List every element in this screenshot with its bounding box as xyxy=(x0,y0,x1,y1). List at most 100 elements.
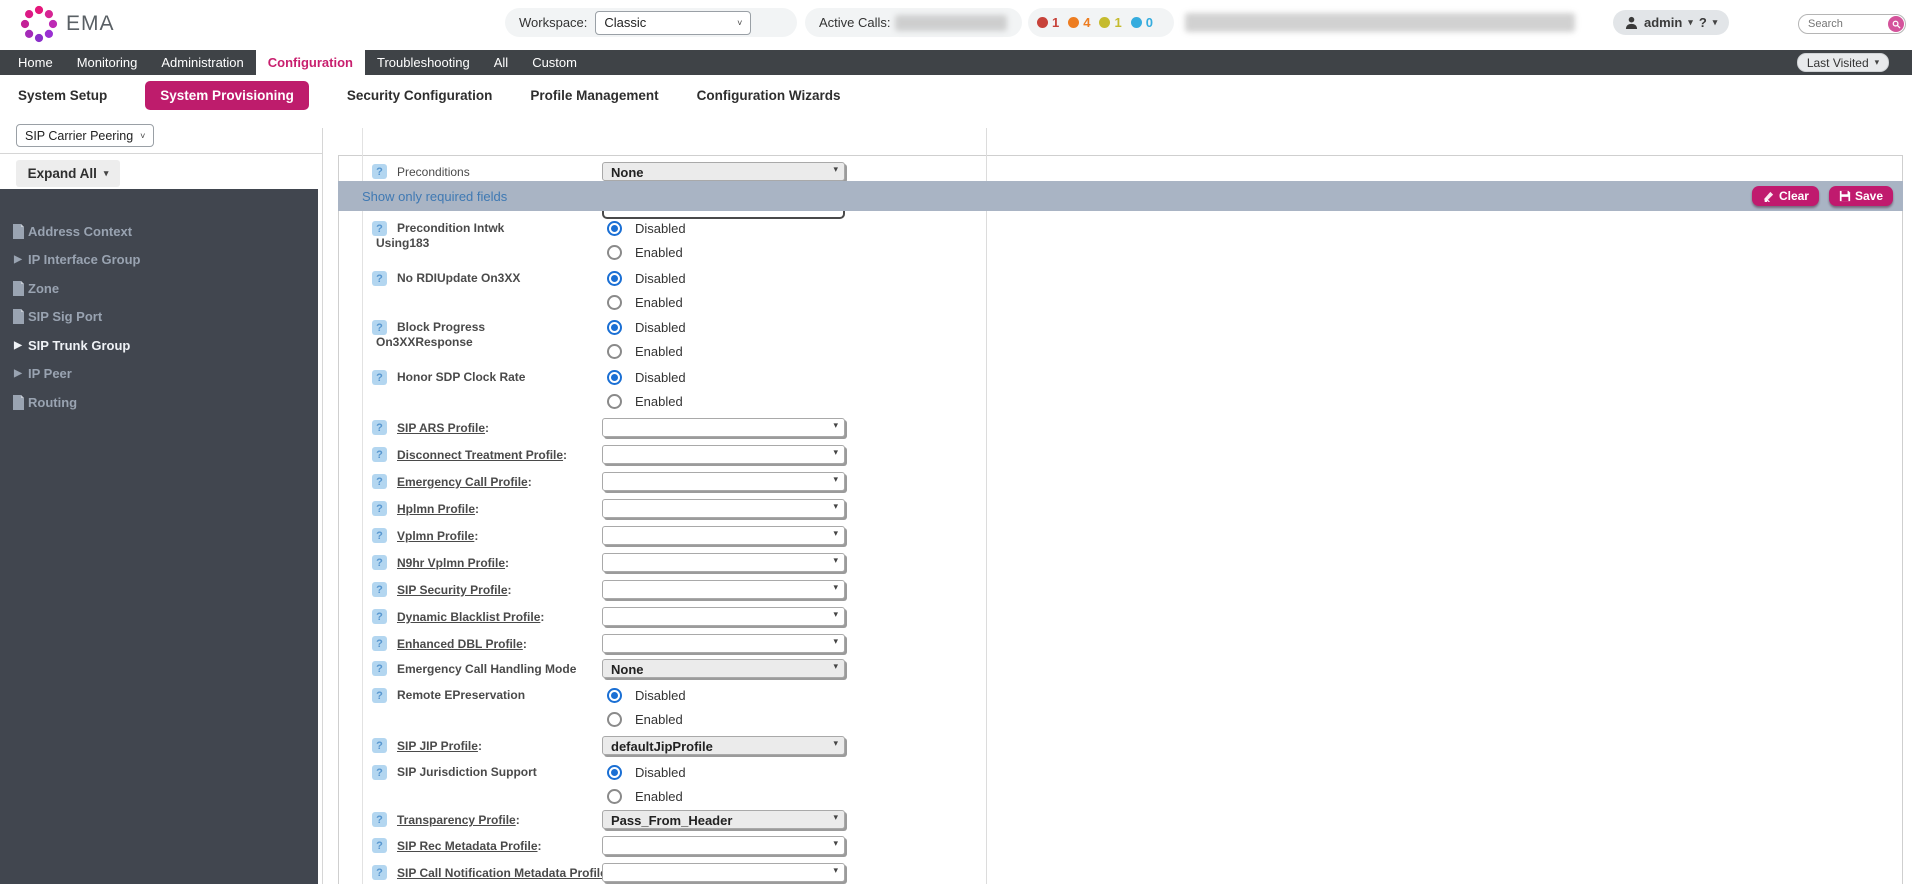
tab-system-setup[interactable]: System Setup xyxy=(18,88,107,103)
expand-caret-icon[interactable]: ▶ xyxy=(8,368,28,379)
radio-button-icon[interactable] xyxy=(607,712,622,727)
field-label-sip-jip-profile[interactable]: SIP JIP Profile: xyxy=(376,739,600,754)
select-sip-security-profile[interactable]: ▾ xyxy=(602,580,845,599)
save-button[interactable]: Save xyxy=(1829,186,1893,206)
sidebar-item-sip-sig-port[interactable]: SIP Sig Port xyxy=(0,303,318,332)
sidebar-item-ip-peer[interactable]: ▶IP Peer xyxy=(0,360,318,389)
search-icon[interactable] xyxy=(1888,16,1904,32)
divider xyxy=(338,155,1903,156)
expand-caret-icon[interactable]: ▶ xyxy=(8,340,28,351)
chevron-down-icon[interactable]: ▾ xyxy=(1688,17,1693,28)
chevron-down-icon: ▾ xyxy=(833,609,838,620)
user-menu[interactable]: admin ▾ ? ▾ xyxy=(1613,10,1729,35)
nav-item-monitoring[interactable]: Monitoring xyxy=(65,50,150,75)
select-sip-call-notification-metadata-profile[interactable]: ▾ xyxy=(602,863,845,882)
radio-button-icon[interactable] xyxy=(607,271,622,286)
select-emergency-call-handling-mode[interactable]: None▾ xyxy=(602,659,845,678)
radio-no-rdiupdate-on3xx-enabled[interactable]: Enabled xyxy=(607,295,683,310)
last-visited-button[interactable]: Last Visited ▾ xyxy=(1797,53,1889,72)
document-icon xyxy=(8,395,28,410)
field-label-sip-ars-profile[interactable]: SIP ARS Profile: xyxy=(376,421,600,436)
field-label-sip-rec-metadata-profile[interactable]: SIP Rec Metadata Profile: xyxy=(376,839,600,854)
chevron-down-icon: ▾ xyxy=(833,636,838,647)
sidebar-item-zone[interactable]: Zone xyxy=(0,274,318,303)
radio-block-progress-enabled[interactable]: Enabled xyxy=(607,344,683,359)
select-emergency-call-profile[interactable]: ▾ xyxy=(602,472,845,491)
show-required-fields-link[interactable]: Show only required fields xyxy=(362,189,507,204)
workspace-select[interactable]: Classic ˅ xyxy=(595,11,751,35)
field-label-vplmn-profile[interactable]: Vplmn Profile: xyxy=(376,529,600,544)
radio-button-icon[interactable] xyxy=(607,320,622,335)
field-label-sip-security-profile[interactable]: SIP Security Profile: xyxy=(376,583,600,598)
radio-button-icon[interactable] xyxy=(607,394,622,409)
radio-precondition-intwk-enabled[interactable]: Enabled xyxy=(607,245,683,260)
radio-sip-jurisdiction-support-disabled[interactable]: Disabled xyxy=(607,765,686,780)
expand-all-button[interactable]: Expand All ▾ xyxy=(16,160,120,187)
clear-button[interactable]: Clear xyxy=(1752,186,1819,206)
select-hplmn-profile[interactable]: ▾ xyxy=(602,499,845,518)
sidebar-item-address-context[interactable]: Address Context xyxy=(0,217,318,246)
sidebar-item-routing[interactable]: Routing xyxy=(0,388,318,417)
radio-button-icon[interactable] xyxy=(607,221,622,236)
nav-item-home[interactable]: Home xyxy=(6,50,65,75)
tab-profile-management[interactable]: Profile Management xyxy=(530,88,658,103)
sidebar-item-ip-interface-group[interactable]: ▶IP Interface Group xyxy=(0,246,318,275)
help-menu[interactable]: ? xyxy=(1699,15,1707,30)
radio-remote-epreservation-enabled[interactable]: Enabled xyxy=(607,712,683,727)
tab-security-configuration[interactable]: Security Configuration xyxy=(347,88,493,103)
nav-item-configuration[interactable]: Configuration xyxy=(256,50,365,75)
nav-item-custom[interactable]: Custom xyxy=(520,50,589,75)
radio-no-rdiupdate-on3xx-disabled[interactable]: Disabled xyxy=(607,271,686,286)
radio-button-icon[interactable] xyxy=(607,245,622,260)
radio-button-icon[interactable] xyxy=(607,370,622,385)
tab-configuration-wizards[interactable]: Configuration Wizards xyxy=(697,88,841,103)
select-enhanced-dbl-profile[interactable]: ▾ xyxy=(602,634,845,653)
chevron-down-icon[interactable]: ▾ xyxy=(1713,17,1718,28)
radio-label: Enabled xyxy=(635,789,683,804)
radio-honor-sdp-clock-rate-disabled[interactable]: Disabled xyxy=(607,370,686,385)
radio-button-icon[interactable] xyxy=(607,344,622,359)
radio-button-icon[interactable] xyxy=(607,789,622,804)
radio-block-progress-disabled[interactable]: Disabled xyxy=(607,320,686,335)
select-n9hr-vplmn-profile[interactable]: ▾ xyxy=(602,553,845,572)
context-select[interactable]: SIP Carrier Peering ˅ xyxy=(16,124,154,147)
select-sip-jip-profile[interactable]: defaultJipProfile▾ xyxy=(602,736,845,755)
select-sip-rec-metadata-profile[interactable]: ▾ xyxy=(602,836,845,855)
sidebar-item-sip-trunk-group[interactable]: ▶SIP Trunk Group xyxy=(0,331,318,360)
chevron-down-icon: ▾ xyxy=(833,865,838,876)
radio-precondition-intwk-disabled[interactable]: Disabled xyxy=(607,221,686,236)
radio-button-icon[interactable] xyxy=(607,295,622,310)
field-label-dynamic-blacklist-profile[interactable]: Dynamic Blacklist Profile: xyxy=(376,610,600,625)
select-disconnect-treatment-profile[interactable]: ▾ xyxy=(602,445,845,464)
select-preconditions[interactable]: None▾ xyxy=(602,162,845,181)
select-vplmn-profile[interactable]: ▾ xyxy=(602,526,845,545)
field-label-preconditions: Preconditions xyxy=(376,165,600,180)
document-icon xyxy=(8,224,28,239)
nav-item-administration[interactable]: Administration xyxy=(149,50,255,75)
expand-caret-icon[interactable]: ▶ xyxy=(8,254,28,265)
field-label-emergency-call-profile[interactable]: Emergency Call Profile: xyxy=(376,475,600,490)
radio-sip-jurisdiction-support-enabled[interactable]: Enabled xyxy=(607,789,683,804)
radio-honor-sdp-clock-rate-enabled[interactable]: Enabled xyxy=(607,394,683,409)
select-value: defaultJipProfile xyxy=(611,739,713,754)
field-label-disconnect-treatment-profile[interactable]: Disconnect Treatment Profile: xyxy=(376,448,600,463)
select-dynamic-blacklist-profile[interactable]: ▾ xyxy=(602,607,845,626)
radio-button-icon[interactable] xyxy=(607,765,622,780)
select-sip-ars-profile[interactable]: ▾ xyxy=(602,418,845,437)
radio-button-icon[interactable] xyxy=(607,688,622,703)
info-alarm-count: 0 xyxy=(1146,15,1153,30)
field-label-n9hr-vplmn-profile[interactable]: N9hr Vplmn Profile: xyxy=(376,556,600,571)
tab-system-provisioning[interactable]: System Provisioning xyxy=(145,81,309,110)
field-label-enhanced-dbl-profile[interactable]: Enhanced DBL Profile: xyxy=(376,637,600,652)
nav-item-all[interactable]: All xyxy=(482,50,520,75)
radio-remote-epreservation-disabled[interactable]: Disabled xyxy=(607,688,686,703)
field-label-hplmn-profile[interactable]: Hplmn Profile: xyxy=(376,502,600,517)
field-label-transparency-profile[interactable]: Transparency Profile: xyxy=(376,813,600,828)
field-label-sip-call-notification-metadata-profile[interactable]: SIP Call Notification Metadata Profile: xyxy=(376,866,600,881)
nav-item-troubleshooting[interactable]: Troubleshooting xyxy=(365,50,482,75)
select-transparency-profile[interactable]: Pass_From_Header▾ xyxy=(602,810,845,829)
chevron-down-icon: ▾ xyxy=(833,555,838,566)
label-colon: : xyxy=(474,529,478,543)
alarm-summary-pill[interactable]: 1410 xyxy=(1028,8,1174,37)
save-icon xyxy=(1839,190,1851,202)
